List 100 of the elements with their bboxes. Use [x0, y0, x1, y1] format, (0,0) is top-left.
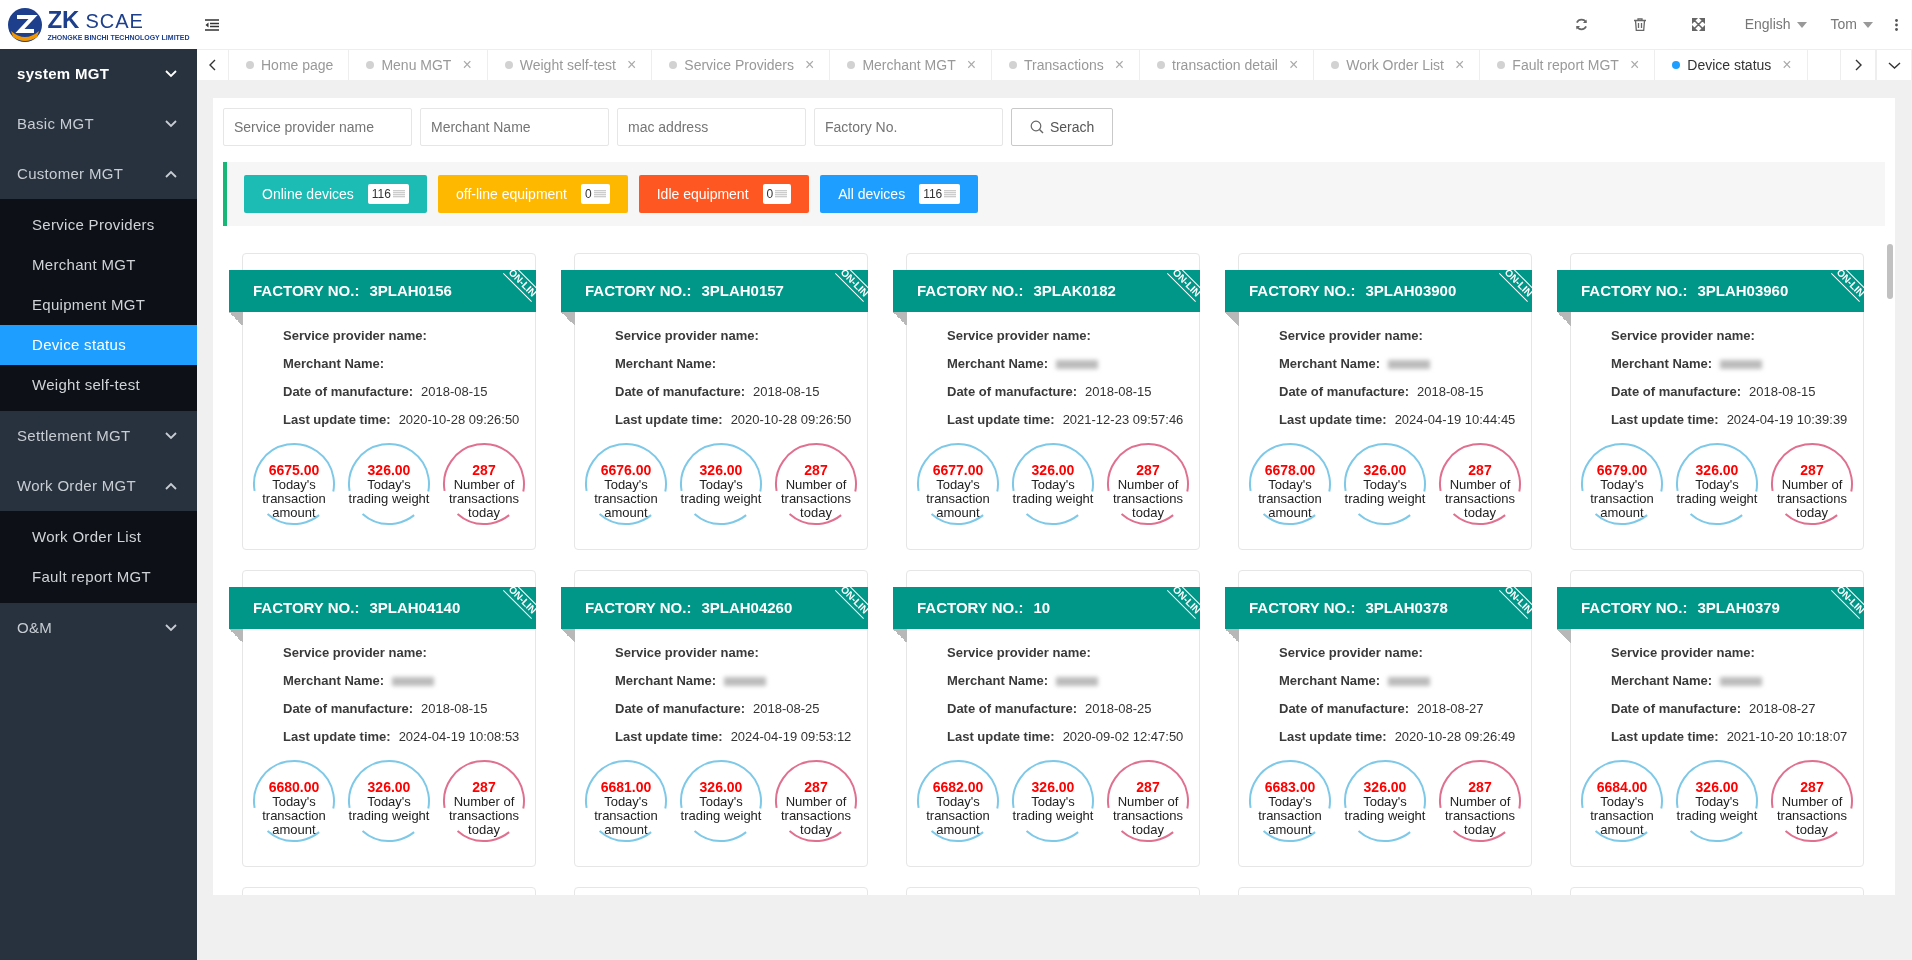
scroll-right-button[interactable] — [1840, 50, 1876, 80]
gauge-label: Today's trading weight — [1675, 795, 1759, 823]
sidebar-submenu-item[interactable]: Equipment MGT — [0, 285, 197, 325]
more-icon[interactable] — [1895, 18, 1898, 31]
logo-icon — [7, 6, 44, 43]
tab[interactable]: Merchant MGT × — [830, 50, 993, 80]
sidebar-submenu-item[interactable]: Work Order List — [0, 517, 197, 557]
tab[interactable]: Fault report MGT × — [1480, 50, 1656, 80]
factory-number: 3PLAH03900 — [1365, 280, 1457, 301]
sidebar-submenu-item[interactable]: Device status — [0, 325, 197, 365]
factory-number: 3PLAH03960 — [1697, 280, 1789, 301]
scrollbar-thumb[interactable] — [1887, 244, 1893, 299]
tab[interactable]: Work Order List × — [1314, 50, 1481, 80]
fullscreen-icon[interactable] — [1691, 18, 1705, 31]
gauge-value: 287 — [1135, 461, 1161, 478]
count-badge: 116 — [919, 184, 961, 204]
sidebar-menu-item[interactable]: O&M — [0, 603, 197, 653]
field-label: Service provider name: — [615, 644, 759, 663]
tab[interactable]: transaction detail × — [1140, 50, 1315, 80]
field-value: 2024-04-19 09:53:12 — [730, 728, 852, 747]
factory-label: FACTORY NO.: — [253, 597, 360, 618]
user-dropdown[interactable]: Tom — [1830, 14, 1873, 35]
sidebar-submenu-item[interactable]: Fault report MGT — [0, 557, 197, 597]
search-button[interactable]: Serach — [1011, 108, 1114, 146]
gauge-value: 287 — [1135, 778, 1161, 795]
menu-toggle-icon[interactable] — [205, 18, 219, 31]
logo-text: SCAE — [85, 11, 144, 31]
factory-number: 10 — [1033, 597, 1051, 618]
gauge-value: 6681.00 — [599, 778, 653, 795]
tab[interactable]: Device status × — [1655, 50, 1808, 80]
close-icon[interactable]: × — [462, 57, 472, 73]
gauge-value: 326.00 — [366, 461, 412, 478]
gauge-value: 287 — [1467, 778, 1493, 795]
sidebar-submenu-item[interactable]: Service Providers — [0, 205, 197, 245]
button-label: Idle equipment — [656, 184, 749, 204]
factory-number: 3PLAH0157 — [701, 280, 784, 301]
sidebar-submenu-item[interactable]: Merchant MGT — [0, 245, 197, 285]
close-icon[interactable]: × — [1782, 57, 1792, 73]
field-value: 2020-10-28 09:26:50 — [398, 411, 520, 430]
factory-label: FACTORY NO.: — [1249, 280, 1356, 301]
field-label: Date of manufacture: — [947, 383, 1078, 402]
factory-number: 3PLAH0156 — [369, 280, 452, 301]
field-value: 2018-08-15 — [421, 383, 488, 402]
status-filter-button[interactable]: off-line equipment 0 — [437, 175, 628, 213]
close-icon[interactable]: × — [966, 57, 977, 73]
status-filter-button[interactable]: Idle equipment 0 — [638, 175, 810, 213]
tab[interactable]: Transactions × — [992, 50, 1141, 80]
field-value: 2018-08-27 — [1417, 700, 1484, 719]
gauge-label: Today's trading weight — [1343, 795, 1427, 823]
sidebar-submenu-item[interactable]: Weight self-test — [0, 365, 197, 405]
sidebar-menu-item[interactable]: Basic MGT — [0, 99, 197, 149]
factory-label: FACTORY NO.: — [1249, 597, 1356, 618]
refresh-icon[interactable] — [1574, 18, 1588, 31]
tab[interactable]: Menu MGT × — [349, 50, 488, 80]
gauge-label: Today's trading weight — [679, 795, 763, 823]
factory-label: FACTORY NO.: — [1581, 280, 1688, 301]
field-label: Merchant Name: — [1611, 355, 1713, 374]
gauge-label: Number of transactions today — [447, 478, 521, 520]
trash-icon[interactable] — [1633, 18, 1646, 31]
tab-label: transaction detail — [1172, 55, 1278, 75]
count-badge: 0 — [581, 184, 610, 204]
status-filter-button[interactable]: Online devices 116 — [244, 175, 427, 213]
field-label: Date of manufacture: — [1279, 700, 1410, 719]
sidebar-menu-item[interactable]: Settlement MGT — [0, 411, 197, 461]
sidebar-menu-item[interactable]: Customer MGT — [0, 149, 197, 199]
input-field[interactable]: mac address — [617, 108, 806, 146]
field-label: Service provider name: — [1611, 327, 1755, 346]
field-label: Date of manufacture: — [283, 700, 414, 719]
field-value: 2024-04-19 10:44:45 — [1394, 411, 1516, 430]
sidebar-menu-item[interactable]: Work Order MGT — [0, 461, 197, 511]
tab[interactable]: Service Providers × — [652, 50, 831, 80]
input-field[interactable]: Merchant Name — [420, 108, 609, 146]
sidebar-menu-item[interactable]: system MGT — [0, 49, 197, 99]
gauge-label: Today's transaction amount — [925, 478, 991, 520]
gauge-value: 6675.00 — [267, 461, 321, 478]
close-icon[interactable]: × — [805, 57, 815, 73]
tab-label: Weight self-test — [519, 55, 616, 75]
tab-label: Work Order List — [1346, 55, 1444, 75]
input-field[interactable]: Service provider name — [223, 108, 412, 146]
gauge-value: 326.00 — [366, 778, 412, 795]
status-filter-button[interactable]: All devices 116 — [820, 175, 979, 213]
factory-number: 3PLAH0378 — [1365, 597, 1448, 618]
gauge-label: Today's trading weight — [1011, 478, 1095, 506]
language-dropdown[interactable]: English — [1744, 14, 1807, 35]
close-icon[interactable]: × — [1455, 57, 1465, 73]
field-value: 2018-08-15 — [1417, 383, 1484, 402]
tab[interactable]: Weight self-test × — [487, 50, 653, 80]
field-label: Service provider name: — [615, 327, 759, 346]
gauge-value: 6679.00 — [1595, 461, 1649, 478]
input-field[interactable]: Factory No. — [814, 108, 1003, 146]
status-dot-icon — [1672, 61, 1681, 69]
close-icon[interactable]: × — [627, 57, 637, 73]
field-label: Service provider name: — [1279, 644, 1423, 663]
close-icon[interactable]: × — [1288, 57, 1299, 73]
status-dot-icon — [1157, 61, 1166, 69]
tab[interactable]: Home page — [229, 50, 350, 80]
close-icon[interactable]: × — [1114, 57, 1125, 73]
close-icon[interactable]: × — [1629, 57, 1640, 73]
field-label: Merchant Name: — [947, 355, 1049, 374]
gauge-label: Today's transaction amount — [1257, 795, 1323, 837]
